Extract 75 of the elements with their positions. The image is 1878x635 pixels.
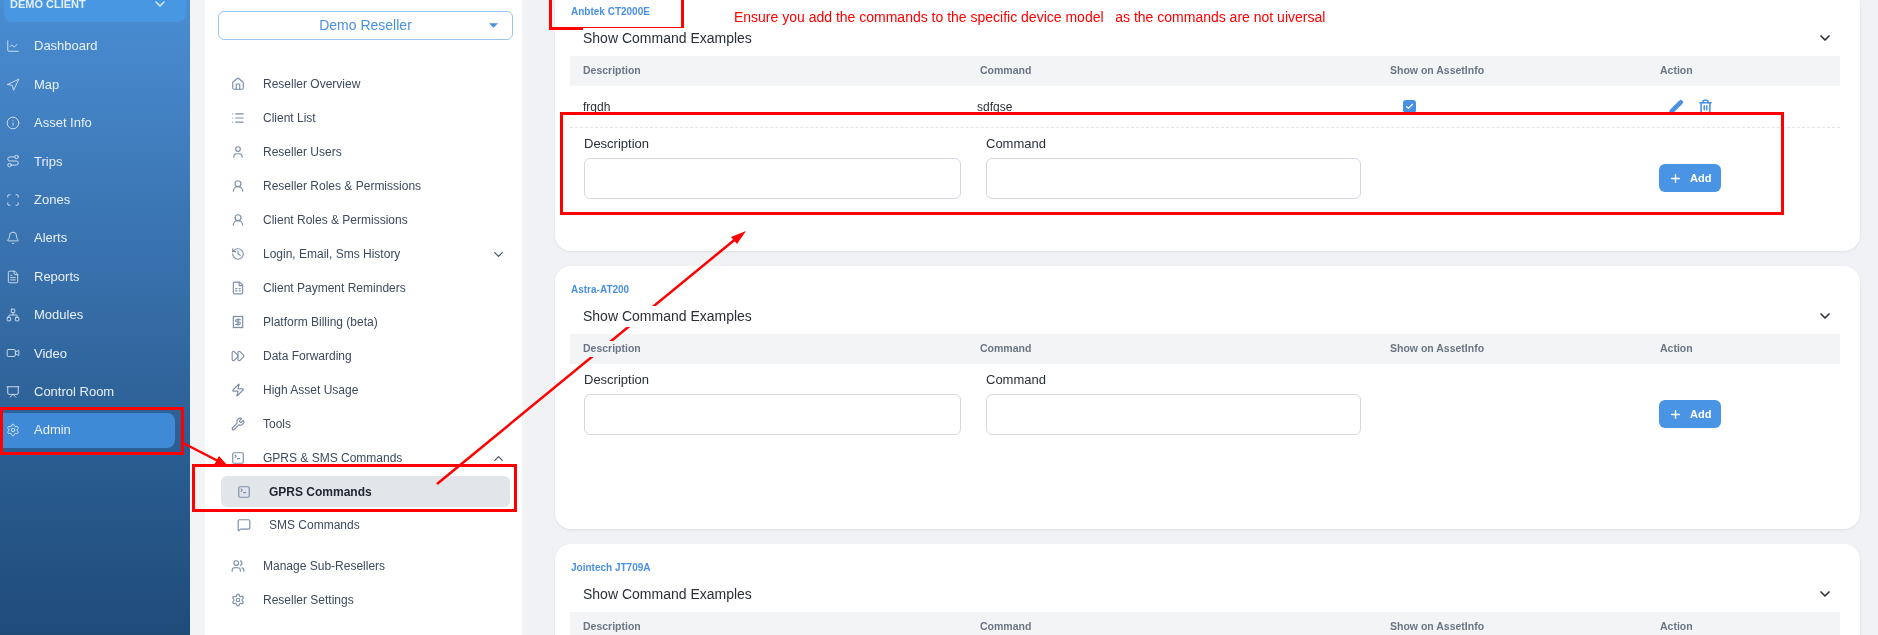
plus-icon bbox=[1669, 407, 1682, 421]
device-model: Astra-AT200 bbox=[570, 284, 631, 295]
receipt-icon bbox=[231, 315, 245, 329]
house-icon bbox=[231, 77, 245, 91]
examples-toggle[interactable]: Show Command Examples bbox=[570, 583, 1845, 605]
route-icon bbox=[6, 154, 20, 169]
fast-forward-icon bbox=[231, 349, 245, 363]
sidebar-item[interactable]: Zones bbox=[0, 182, 175, 218]
sidebar-item[interactable]: Trips bbox=[0, 143, 175, 179]
menu-item[interactable]: Reseller Overview bbox=[231, 68, 506, 100]
column-header: Description bbox=[583, 63, 641, 79]
scan-frame-icon bbox=[6, 192, 20, 207]
examples-toggle[interactable]: Show Command Examples bbox=[570, 27, 1845, 49]
field-label: Description bbox=[584, 371, 651, 389]
check-icon bbox=[1405, 102, 1414, 111]
menu-item[interactable]: Client List bbox=[231, 102, 506, 134]
menu-item[interactable]: High Asset Usage bbox=[231, 374, 506, 406]
user-icon bbox=[231, 179, 245, 193]
terminal-icon bbox=[237, 484, 251, 499]
user-icon bbox=[231, 213, 245, 227]
menu-item[interactable]: Data Forwarding bbox=[231, 340, 506, 372]
sidebar-item[interactable]: Asset Info bbox=[0, 105, 175, 141]
annotation-note: Ensure you add the commands to the specific device model as the commands are not uiversal bbox=[733, 7, 1326, 27]
menu-item[interactable]: Login, Email, Sms History bbox=[231, 238, 506, 270]
presentation-board-icon bbox=[6, 384, 20, 399]
menu-item[interactable]: SMS Commands bbox=[221, 509, 510, 540]
edit-icon[interactable] bbox=[1668, 98, 1684, 115]
bell-icon bbox=[6, 231, 20, 246]
menu-item[interactable]: Reseller Users bbox=[231, 136, 506, 168]
menu-item[interactable]: GPRS & SMS Commands bbox=[231, 442, 506, 474]
chat-icon bbox=[237, 517, 251, 532]
document-icon bbox=[231, 281, 245, 295]
history-icon bbox=[231, 247, 245, 261]
column-header: Description bbox=[583, 619, 641, 635]
delete-icon[interactable] bbox=[1698, 99, 1713, 114]
description-field[interactable] bbox=[584, 158, 961, 199]
menu-item[interactable]: Reseller Roles & Permissions bbox=[231, 170, 506, 202]
command-field[interactable] bbox=[986, 394, 1361, 435]
description-field[interactable] bbox=[584, 394, 961, 435]
menu-item[interactable]: Reseller Settings bbox=[231, 584, 506, 616]
settings-icon bbox=[6, 423, 20, 438]
network-icon bbox=[6, 307, 20, 322]
lightning-icon bbox=[231, 383, 245, 397]
device-model: Anbtek CT2000E bbox=[570, 6, 651, 17]
menu-item[interactable]: Client Payment Reminders bbox=[231, 272, 506, 304]
document-icon bbox=[6, 269, 20, 284]
column-header: Description bbox=[583, 341, 641, 357]
terminal-icon bbox=[231, 451, 245, 465]
user-icon bbox=[231, 145, 245, 159]
info-icon bbox=[6, 115, 20, 130]
device-model: Jointech JT709A bbox=[570, 562, 652, 573]
settings-icon bbox=[231, 593, 245, 607]
arrow bbox=[182, 441, 228, 466]
menu-item[interactable]: Tools bbox=[231, 408, 506, 440]
menu-item[interactable]: Platform Billing (beta) bbox=[231, 306, 506, 338]
sidebar-item[interactable]: Alerts bbox=[0, 220, 175, 256]
field-label: Description bbox=[584, 135, 651, 153]
wrench-icon bbox=[231, 417, 245, 431]
field-label: Command bbox=[986, 371, 1047, 389]
sidebar-item[interactable]: Reports bbox=[0, 259, 175, 295]
chart-line-icon bbox=[6, 39, 20, 54]
command-field[interactable] bbox=[986, 158, 1361, 199]
menu-item[interactable]: Manage Sub-Resellers bbox=[231, 550, 506, 582]
list-icon bbox=[231, 111, 245, 125]
users-icon bbox=[231, 559, 245, 573]
sidebar-item[interactable]: Modules bbox=[0, 297, 175, 333]
navigation-icon bbox=[6, 77, 20, 92]
caret-down-icon bbox=[489, 23, 498, 28]
menu-item[interactable]: GPRS Commands bbox=[221, 476, 510, 507]
sidebar-item[interactable]: Video bbox=[0, 335, 175, 371]
field-label: Command bbox=[986, 135, 1047, 153]
plus-icon bbox=[1669, 171, 1682, 185]
examples-toggle[interactable]: Show Command Examples bbox=[570, 305, 1845, 327]
menu-item[interactable]: Client Roles & Permissions bbox=[231, 204, 506, 236]
sidebar-item[interactable]: Control Room bbox=[0, 374, 175, 410]
